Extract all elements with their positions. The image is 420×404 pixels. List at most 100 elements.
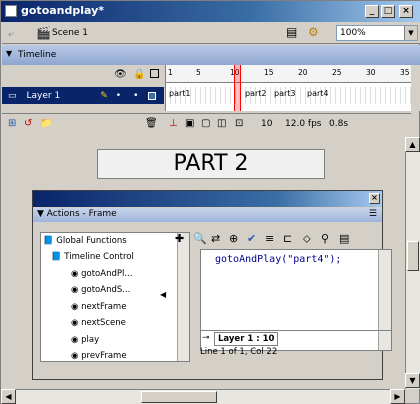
scene-icon: 🎬 — [36, 26, 51, 40]
layer-buttons: ⊞ ↺ 📁 🗑 — [2, 113, 165, 135]
list-item[interactable]: ◉ gotoAndPl... — [71, 269, 132, 279]
onion-outline-icon[interactable]: ▢ — [201, 118, 210, 129]
script-line[interactable]: gotoAndPlay("part4"); — [215, 254, 341, 265]
vertical-scrollbar[interactable]: ▲ ▼ — [405, 137, 420, 389]
frame-label-part4: part4 — [307, 89, 329, 98]
title-bar: gotoandplay* _ □ × — [1, 1, 420, 22]
timeline-footer: ⊥ ▣ ▢ ◫ ⊡ 10 12.0 fps 0.8s — [165, 113, 411, 135]
onion-skin-icon[interactable]: ▣ — [185, 118, 194, 129]
script-tabs: ⊸ Layer 1 : 10 — [200, 330, 392, 346]
playhead[interactable] — [234, 65, 241, 111]
check-syntax-icon[interactable]: ✔ — [247, 232, 256, 245]
edit-symbol-icon[interactable]: ⚙ — [308, 25, 319, 39]
elapsed-time: 0.8s — [329, 119, 349, 129]
stage-text[interactable]: PART 2 — [97, 149, 325, 179]
options-menu-icon[interactable]: ☰ — [369, 209, 377, 219]
list-item[interactable]: ◉ prevFrame — [71, 351, 127, 361]
ruler-tick: 35 — [400, 68, 410, 77]
zoom-value: 100% — [340, 28, 366, 38]
layer-controls: 👁 🔒 — [2, 65, 165, 87]
book-icon: 📘 — [43, 236, 54, 246]
window-title: gotoandplay* — [21, 4, 105, 17]
reference-icon[interactable]: ⚲ — [321, 232, 329, 245]
flash-window: gotoandplay* _ □ × ⤶ 🎬 Scene 1 ▤ ⚙ 100% … — [0, 0, 420, 404]
document-icon — [5, 5, 17, 17]
view-options-icon[interactable]: ▤ — [339, 232, 349, 245]
eye-icon[interactable]: 👁 — [114, 69, 127, 80]
add-guide-icon[interactable]: ↺ — [24, 118, 32, 129]
frame-ruler: 1 5 10 15 20 25 30 35 — [166, 65, 412, 83]
frame-label-part3: part3 — [274, 89, 296, 98]
layer-row[interactable]: ▭ Layer 1 ✎ • • — [2, 87, 164, 104]
actions-close-icon[interactable]: × — [369, 193, 380, 204]
frame-rate: 12.0 fps — [285, 119, 322, 129]
find-icon[interactable]: 🔍 — [193, 232, 207, 245]
list-item[interactable]: 📘 Timeline Control — [51, 252, 134, 262]
list-item[interactable]: ◉ gotoAndS... — [71, 285, 130, 295]
function-icon: ◉ — [71, 318, 79, 328]
timeline-frames[interactable]: 1 5 10 15 20 25 30 35 part1 part2 part3 part4 — [165, 65, 412, 111]
back-arrow-icon[interactable]: ⤶ — [8, 27, 14, 41]
target-path-icon[interactable]: ⊕ — [229, 232, 238, 245]
scroll-right-icon[interactable]: ▶ — [390, 389, 405, 404]
timeline-side — [411, 65, 420, 111]
close-button[interactable]: × — [399, 5, 413, 18]
ruler-tick: 20 — [298, 68, 308, 77]
list-item[interactable]: ◉ nextScene — [71, 318, 126, 328]
ruler-tick: 30 — [366, 68, 376, 77]
horizontal-scrollbar[interactable]: ◀ ▶ — [1, 389, 405, 404]
onion-markers-icon[interactable]: ⊡ — [235, 118, 243, 129]
scroll-up-icon[interactable]: ▲ — [405, 137, 420, 152]
timeline-header[interactable]: ▼ Timeline — [2, 45, 420, 65]
collapse-toolbox-icon[interactable]: ◀ — [160, 290, 168, 304]
chevron-down-icon[interactable]: ▼ — [404, 26, 417, 40]
edit-scene-icon[interactable]: ▤ — [286, 25, 297, 39]
scroll-left-icon[interactable]: ◀ — [1, 389, 16, 404]
lock-icon[interactable]: 🔒 — [133, 69, 145, 80]
list-item[interactable]: 📘 Global Functions — [43, 236, 127, 246]
scene-label[interactable]: Scene 1 — [52, 28, 88, 38]
frame-track[interactable]: part1 part2 part3 part4 — [166, 87, 412, 104]
ruler-tick: 15 — [264, 68, 274, 77]
ruler-tick: 5 — [196, 68, 201, 77]
visible-dot[interactable]: • — [116, 91, 121, 101]
minimize-button[interactable]: _ — [365, 5, 379, 18]
auto-format-icon[interactable]: ≡ — [265, 232, 274, 245]
trash-icon[interactable]: 🗑 — [145, 118, 158, 129]
debug-icon[interactable]: ⬦ — [303, 232, 311, 246]
pin-icon[interactable]: ⊸ — [202, 333, 210, 343]
function-icon: ◉ — [71, 285, 79, 295]
maximize-button[interactable]: □ — [381, 5, 395, 18]
actions-header[interactable]: ▼ Actions - Frame ☰ — [33, 208, 382, 222]
add-layer-icon[interactable]: ⊞ — [8, 118, 16, 129]
zoom-select[interactable]: 100% ▼ — [336, 25, 418, 41]
hscroll-thumb[interactable] — [141, 391, 217, 403]
scene-bar: ⤶ 🎬 Scene 1 ▤ ⚙ 100% ▼ — [2, 22, 420, 44]
current-frame: 10 — [261, 119, 273, 129]
replace-icon[interactable]: ⇄ — [211, 232, 220, 245]
book-icon: 📘 — [51, 252, 62, 262]
list-item[interactable]: ◉ play — [71, 335, 99, 345]
vscroll-thumb[interactable] — [407, 241, 419, 271]
frame-label-part2: part2 — [245, 89, 267, 98]
actions-caption[interactable]: × — [33, 191, 382, 207]
code-hint-icon[interactable]: ⊏ — [283, 232, 292, 245]
outline-color[interactable] — [148, 91, 157, 100]
add-folder-icon[interactable]: 📁 — [40, 118, 52, 129]
tab-layer1[interactable]: Layer 1 : 10 — [214, 332, 279, 346]
scroll-down-icon[interactable]: ▼ — [405, 373, 420, 388]
actions-title: Actions - Frame — [46, 209, 117, 219]
lock-dot[interactable]: • — [133, 91, 138, 101]
collapse-arrow-icon[interactable]: ▼ — [37, 209, 47, 219]
list-item[interactable]: ◉ nextFrame — [71, 302, 126, 312]
collapse-arrow-icon[interactable]: ▼ — [6, 49, 12, 58]
add-action-icon[interactable]: ✚ — [175, 232, 184, 245]
edit-multiple-icon[interactable]: ◫ — [217, 118, 226, 129]
actions-toolbar: ✚ 🔍 ⇄ ⊕ ✔ ≡ ⊏ ⬦ ⚲ ▤ — [175, 228, 379, 246]
function-icon: ◉ — [71, 351, 79, 361]
center-frame-icon[interactable]: ⊥ — [169, 118, 178, 129]
toolbox-scrollbar[interactable] — [177, 233, 189, 361]
layer-name[interactable]: Layer 1 — [27, 91, 61, 101]
outline-icon[interactable] — [150, 69, 159, 78]
timeline-title: Timeline — [18, 50, 57, 60]
